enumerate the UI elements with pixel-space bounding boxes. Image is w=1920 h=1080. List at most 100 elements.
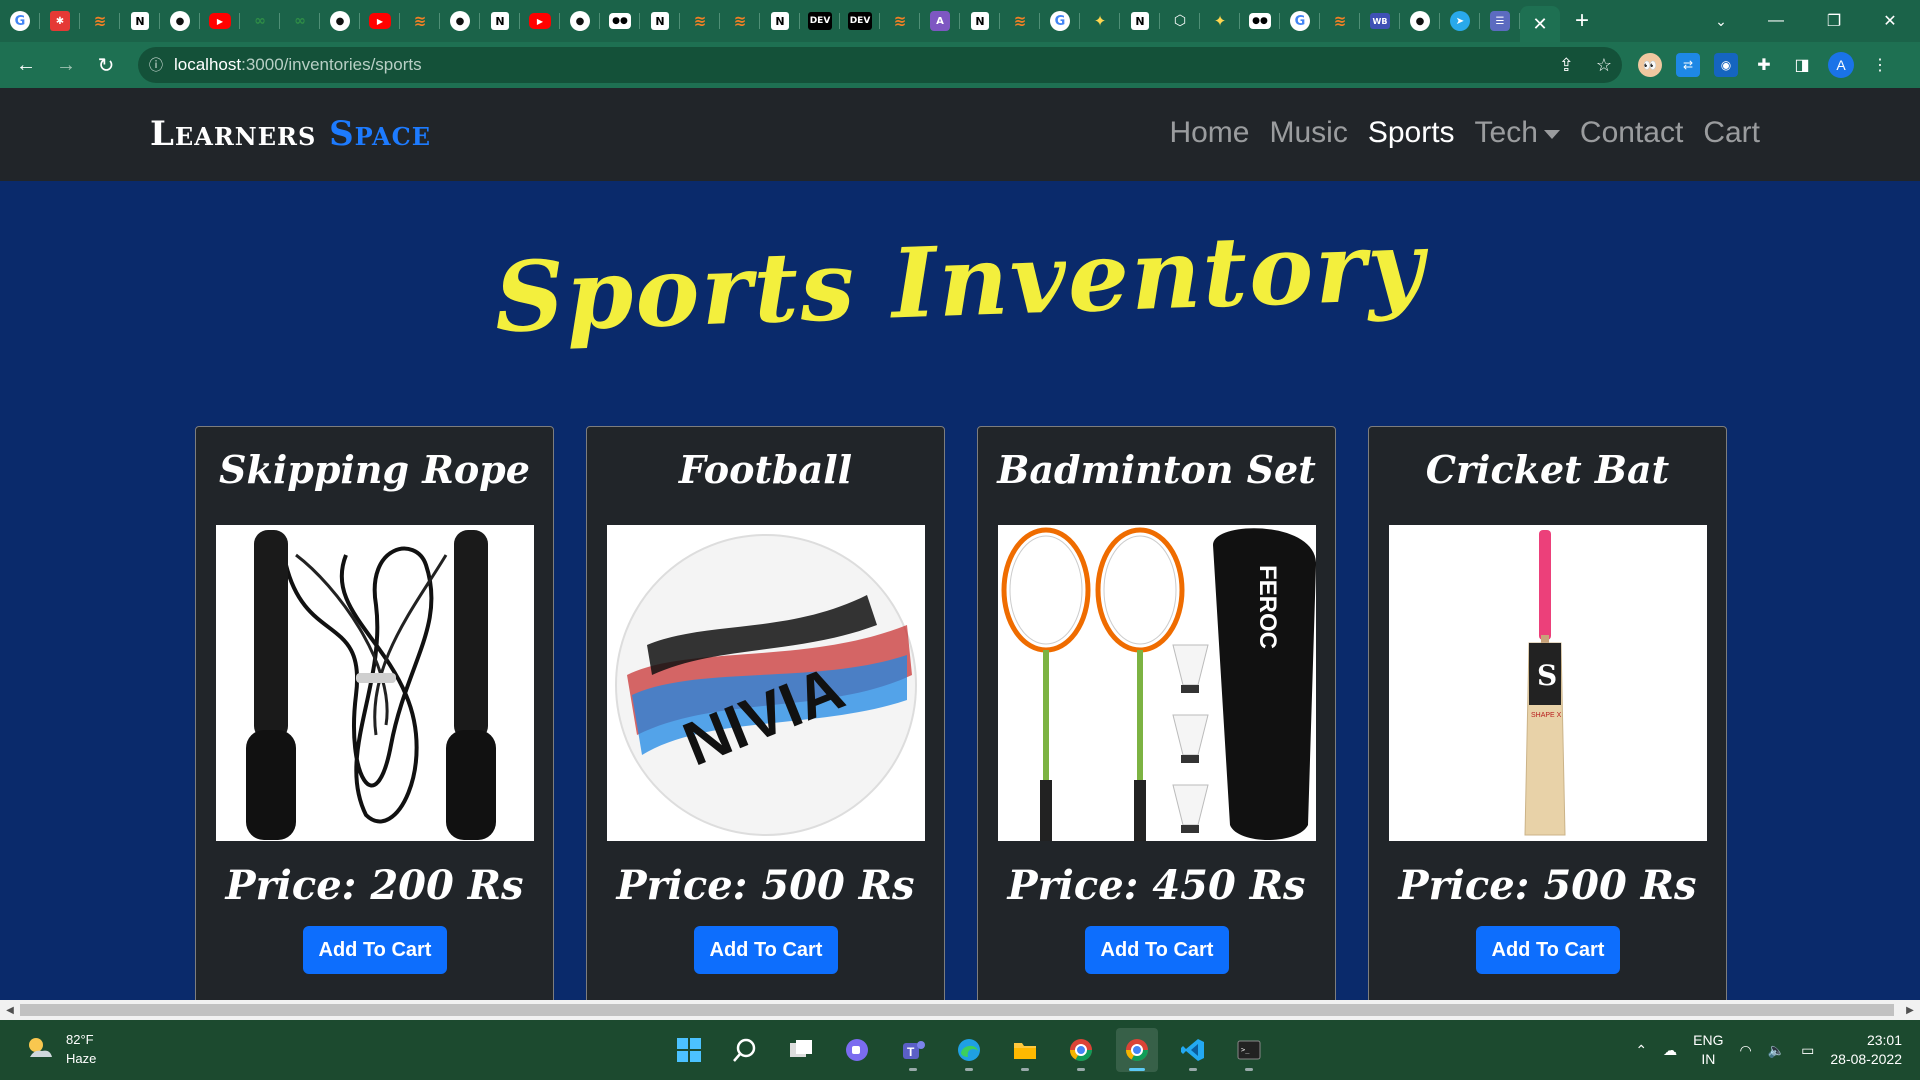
extensions-puzzle-icon[interactable]: ✚	[1752, 53, 1776, 77]
onedrive-cloud-icon[interactable]: ☁	[1663, 1042, 1677, 1059]
close-window-button[interactable]: ✕	[1862, 0, 1918, 42]
add-to-cart-button[interactable]: Add To Cart	[1085, 926, 1229, 974]
browser-tab[interactable]: G	[1040, 0, 1080, 42]
nav-tech-dropdown[interactable]: Tech	[1475, 116, 1560, 150]
teams-app[interactable]: T	[892, 1028, 934, 1072]
profile-avatar[interactable]: A	[1828, 52, 1854, 78]
browser-tab[interactable]: ⬡	[1160, 0, 1200, 42]
nav-home[interactable]: Home	[1169, 116, 1249, 150]
browser-tab[interactable]: ▶	[520, 0, 560, 42]
extension-eyes-icon[interactable]: 👀	[1638, 53, 1662, 77]
browser-tab[interactable]: ▶	[360, 0, 400, 42]
share-icon[interactable]: ⇪	[1559, 55, 1574, 76]
new-tab-button[interactable]: +	[1560, 0, 1604, 42]
browser-tab[interactable]: ≋	[1320, 0, 1360, 42]
battery-icon[interactable]: ▭	[1801, 1042, 1814, 1059]
vscode-app[interactable]	[1172, 1028, 1214, 1072]
language-indicator[interactable]: ENG IN	[1693, 1031, 1723, 1069]
close-tab-button[interactable]: ✕	[1520, 6, 1560, 42]
forward-button[interactable]: →	[46, 42, 86, 88]
nav-cart[interactable]: Cart	[1703, 116, 1760, 150]
browser-tab[interactable]: ✦	[1080, 0, 1120, 42]
product-price: Price: 200 Rs	[225, 862, 524, 909]
browser-tab[interactable]: ➤	[1440, 0, 1480, 42]
scroll-left-arrow-icon[interactable]: ◀	[0, 1000, 20, 1020]
chevron-up-icon[interactable]: ⌃	[1635, 1042, 1647, 1059]
back-button[interactable]: ←	[6, 42, 46, 88]
browser-tab[interactable]: N	[760, 0, 800, 42]
chat-icon	[846, 1039, 868, 1061]
browser-tab[interactable]: ●	[560, 0, 600, 42]
edge-app[interactable]	[948, 1028, 990, 1072]
browser-tab[interactable]: N	[120, 0, 160, 42]
browser-tab[interactable]: ∞	[280, 0, 320, 42]
browser-tab[interactable]: ≋	[680, 0, 720, 42]
browser-tab[interactable]: ●	[160, 0, 200, 42]
bookmark-star-icon[interactable]: ☆	[1596, 55, 1612, 76]
add-to-cart-button[interactable]: Add To Cart	[694, 926, 838, 974]
minimize-button[interactable]: —	[1748, 0, 1804, 42]
browser-tab[interactable]: DEV	[840, 0, 880, 42]
browser-tab[interactable]: ≋	[400, 0, 440, 42]
notion-favicon-icon: N	[1131, 12, 1149, 30]
restore-button[interactable]: ❐	[1806, 0, 1862, 42]
chrome-app-active[interactable]	[1116, 1028, 1158, 1072]
extension-screenshot-icon[interactable]: ◉	[1714, 53, 1738, 77]
browser-tab[interactable]: WB	[1360, 0, 1400, 42]
a-favicon-icon: A	[930, 11, 950, 31]
start-button[interactable]	[668, 1028, 710, 1072]
browser-tab[interactable]: ●	[1400, 0, 1440, 42]
brand-logo[interactable]: Learners Space	[150, 114, 431, 154]
browser-tab[interactable]: ≋	[720, 0, 760, 42]
chat-app[interactable]	[836, 1028, 878, 1072]
browser-tab[interactable]: G	[1280, 0, 1320, 42]
weather-widget[interactable]: 82°F Haze	[24, 1030, 96, 1068]
wifi-icon[interactable]: ◠	[1739, 1042, 1751, 1059]
browser-tab[interactable]: N	[960, 0, 1000, 42]
browser-tab[interactable]: ☰	[1480, 0, 1520, 42]
product-name: Cricket Bat	[1425, 447, 1670, 492]
browser-tab[interactable]: N	[640, 0, 680, 42]
clock[interactable]: 23:01 28-08-2022	[1830, 1031, 1902, 1069]
nav-sports[interactable]: Sports	[1368, 116, 1455, 150]
search-icon	[733, 1038, 756, 1062]
search-button[interactable]	[724, 1028, 766, 1072]
browser-tab[interactable]: DEV	[800, 0, 840, 42]
reload-button[interactable]: ↻	[86, 42, 126, 88]
browser-tab[interactable]: A	[920, 0, 960, 42]
browser-tab[interactable]: ∞	[240, 0, 280, 42]
scrollbar-thumb[interactable]	[20, 1004, 1894, 1016]
horizontal-scrollbar[interactable]: ◀ ▶	[0, 1000, 1920, 1020]
browser-tab[interactable]: ●●	[600, 0, 640, 42]
browser-tab[interactable]: ✦	[1200, 0, 1240, 42]
browser-tab[interactable]: ●	[440, 0, 480, 42]
volume-icon[interactable]: 🔈	[1768, 1042, 1785, 1059]
product-name: Football	[678, 447, 853, 492]
scroll-right-arrow-icon[interactable]: ▶	[1900, 1000, 1920, 1020]
browser-tab[interactable]: N	[1120, 0, 1160, 42]
terminal-app[interactable]: >_	[1228, 1028, 1270, 1072]
add-to-cart-button[interactable]: Add To Cart	[303, 926, 447, 974]
site-info-icon[interactable]: ⓘ	[138, 55, 174, 75]
browser-tab[interactable]: ●●	[1240, 0, 1280, 42]
chrome-profile-app[interactable]	[1060, 1028, 1102, 1072]
browser-tab[interactable]: ▶	[200, 0, 240, 42]
browser-tab[interactable]: G	[0, 0, 40, 42]
extension-translate-icon[interactable]: ⇄	[1676, 53, 1700, 77]
browser-tab[interactable]: N	[480, 0, 520, 42]
browser-tab[interactable]: ≋	[880, 0, 920, 42]
tab-search-button[interactable]: ⌄	[1706, 0, 1736, 42]
file-explorer-app[interactable]	[1004, 1028, 1046, 1072]
nav-contact[interactable]: Contact	[1580, 116, 1683, 150]
menu-kebab-icon[interactable]: ⋮	[1868, 53, 1892, 77]
browser-tab[interactable]: ●	[320, 0, 360, 42]
minimize-icon: —	[1768, 12, 1784, 29]
browser-tab[interactable]: ✱	[40, 0, 80, 42]
browser-tab[interactable]: ≋	[80, 0, 120, 42]
side-panel-icon[interactable]: ◨	[1790, 53, 1814, 77]
browser-tab[interactable]: ≋	[1000, 0, 1040, 42]
nav-music[interactable]: Music	[1269, 116, 1347, 150]
add-to-cart-button[interactable]: Add To Cart	[1476, 926, 1620, 974]
task-view-button[interactable]	[780, 1028, 822, 1072]
address-bar[interactable]: ⓘ localhost:3000/inventories/sports ⇪ ☆	[138, 47, 1622, 83]
